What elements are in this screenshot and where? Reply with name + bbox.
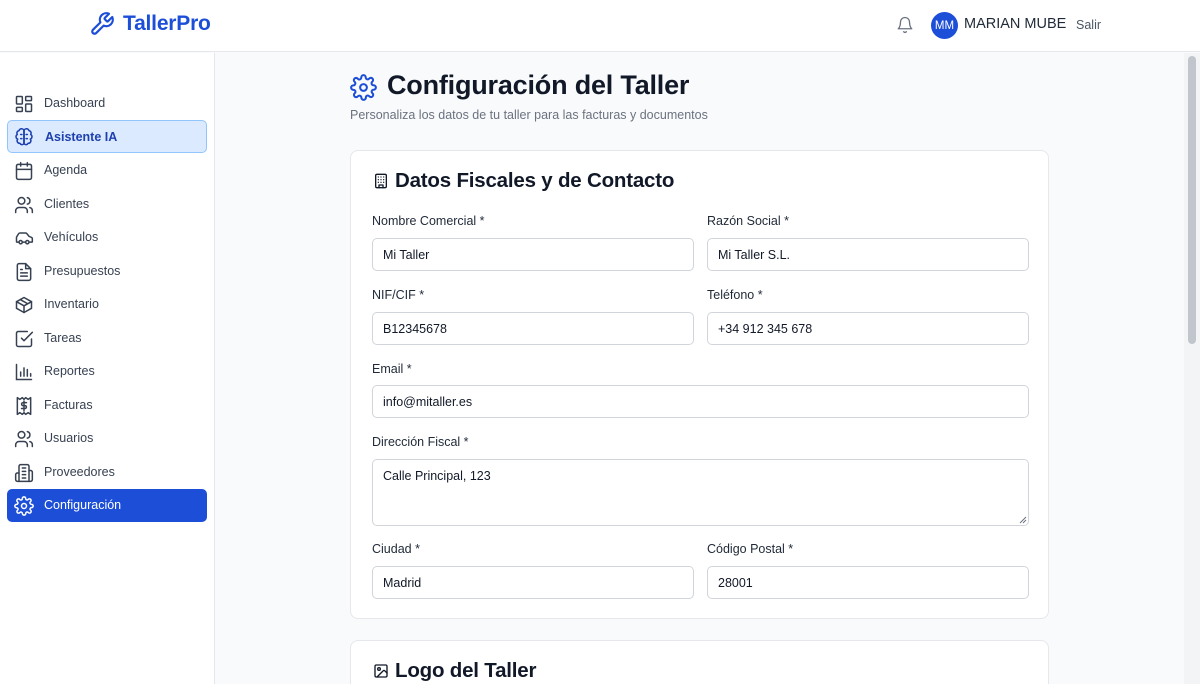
sidebar-item-presupuestos[interactable]: Presupuestos [7, 255, 207, 288]
fiscal-data-card: Datos Fiscales y de Contacto Nombre Come… [350, 150, 1049, 619]
page-subtitle: Personaliza los datos de tu taller para … [350, 108, 708, 122]
sidebar-item-proveedores[interactable]: Proveedores [7, 456, 207, 489]
sidebar-item-label: Asistente IA [45, 130, 118, 144]
sidebar-item-usuarios[interactable]: Usuarios [7, 422, 207, 455]
sidebar-item-label: Inventario [44, 297, 99, 311]
section-title: Datos Fiscales y de Contacto [395, 169, 675, 192]
sidebar-item-label: Reportes [44, 364, 95, 378]
bell-icon[interactable] [896, 16, 914, 34]
ciudad-label: Ciudad * [372, 542, 420, 556]
gear-icon [350, 74, 377, 101]
sidebar-item-label: Proveedores [44, 465, 115, 479]
sidebar-item-label: Tareas [44, 331, 82, 345]
building-icon [14, 463, 34, 483]
telefono-label: Teléfono * [707, 288, 763, 302]
sidebar-item-reportes[interactable]: Reportes [7, 355, 207, 388]
email-field[interactable] [372, 385, 1029, 418]
nif-label: NIF/CIF * [372, 288, 425, 302]
direccion-label: Dirección Fiscal * [372, 435, 469, 449]
sidebar-item-label: Clientes [44, 197, 90, 211]
sidebar-item-label: Agenda [44, 163, 88, 177]
bar-chart-icon [15, 363, 33, 381]
box-icon [15, 296, 33, 314]
users-icon [14, 196, 34, 214]
ciudad-field[interactable] [372, 566, 694, 599]
nombre-comercial-field[interactable] [372, 238, 694, 271]
sidebar-item-label: Usuarios [44, 431, 94, 445]
sidebar-item-asistente-ia[interactable]: Asistente IA [7, 120, 207, 153]
page-title: Configuración del Taller [387, 70, 690, 100]
brand-logo[interactable]: TallerPro [89, 11, 211, 37]
user-name: MARIAN MUBE [964, 16, 1067, 32]
sidebar-item-label: Configuración [44, 498, 122, 512]
top-bar: TallerPro MM MARIAN MUBE Salir [0, 0, 1200, 52]
sidebar-item-vehiculos[interactable]: Vehículos [7, 221, 207, 254]
codigo-postal-field[interactable] [707, 566, 1029, 599]
checkbox-icon [15, 330, 34, 348]
avatar[interactable]: MM [931, 12, 958, 39]
building-icon [375, 173, 387, 189]
users-icon [14, 430, 34, 448]
sidebar-item-clientes[interactable]: Clientes [7, 188, 207, 221]
sidebar: Dashboard Asistente IA Agenda Clientes V… [0, 53, 215, 684]
resize-grip-icon[interactable] [1019, 516, 1027, 524]
invoice-icon [16, 396, 32, 416]
sidebar-item-tareas[interactable]: Tareas [7, 322, 207, 355]
sidebar-item-label: Dashboard [44, 96, 106, 110]
sidebar-item-inventario[interactable]: Inventario [7, 288, 207, 321]
gear-icon [14, 496, 34, 516]
document-icon [16, 262, 32, 282]
sidebar-item-facturas[interactable]: Facturas [7, 389, 207, 422]
logout-button[interactable]: Salir [1076, 18, 1101, 32]
dashboard-icon [15, 95, 33, 113]
main-scrollbar[interactable] [1184, 53, 1200, 684]
sidebar-item-label: Presupuestos [44, 264, 121, 278]
razon-social-field[interactable] [707, 238, 1029, 271]
direccion-field[interactable]: Calle Principal, 123 [372, 459, 1029, 526]
wrench-icon [91, 12, 114, 35]
brain-icon [15, 127, 33, 146]
sidebar-item-configuracion[interactable]: Configuración [7, 489, 207, 522]
scrollbar-thumb[interactable] [1188, 56, 1196, 344]
sidebar-item-label: Vehículos [44, 230, 99, 244]
logo-card: Logo del Taller [350, 640, 1049, 684]
nombre-comercial-label: Nombre Comercial * [372, 214, 485, 228]
razon-social-label: Razón Social * [707, 214, 789, 228]
section-title: Logo del Taller [395, 659, 537, 682]
email-label: Email * [372, 362, 412, 376]
image-icon [374, 664, 388, 678]
codigo-postal-label: Código Postal * [707, 542, 794, 556]
telefono-field[interactable] [707, 312, 1029, 345]
car-icon [15, 232, 34, 245]
sidebar-item-label: Facturas [44, 398, 93, 412]
sidebar-item-agenda[interactable]: Agenda [7, 154, 207, 187]
brand-name: TallerPro [123, 12, 211, 35]
sidebar-item-dashboard[interactable]: Dashboard [7, 87, 207, 120]
calendar-icon [15, 161, 33, 181]
nif-field[interactable] [372, 312, 694, 345]
